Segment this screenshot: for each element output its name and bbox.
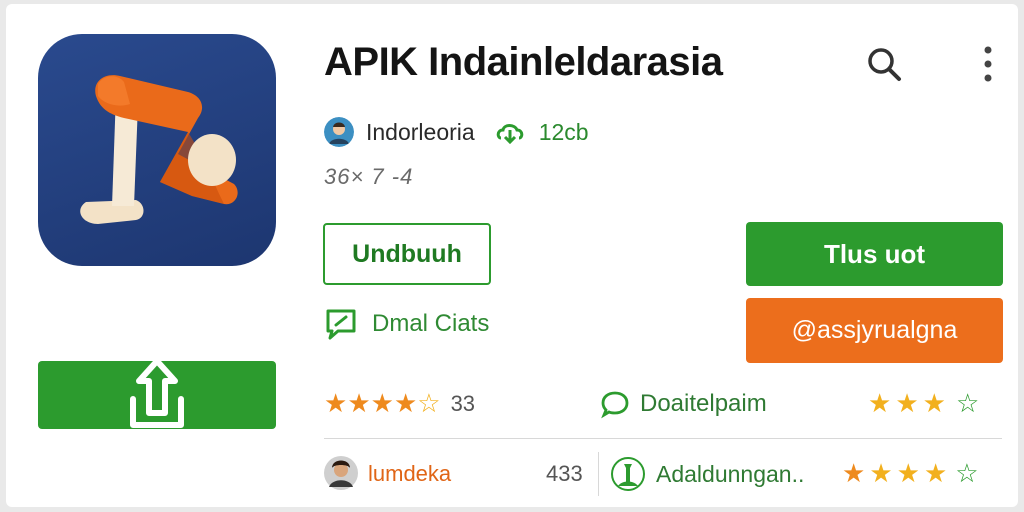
- reviewer-avatar[interactable]: [324, 456, 358, 490]
- download-button[interactable]: Undbuuh: [323, 223, 491, 285]
- primary-action-button[interactable]: Tlus uot: [746, 222, 1003, 286]
- comment-icon: [601, 391, 629, 419]
- divider: [324, 438, 1002, 439]
- download-size-icon: [496, 124, 523, 144]
- rating-stars-secondary: ★ ★ ★ ☆: [868, 388, 979, 420]
- app-logo-icon: [38, 34, 276, 266]
- star-outline-icon: ☆: [955, 459, 979, 489]
- app-title: APIK Indainleldarasia: [324, 40, 723, 84]
- star-icon: ★: [347, 389, 371, 419]
- download-size: 12cb: [538, 118, 589, 145]
- rating-count: 33: [450, 391, 476, 416]
- star-icon: ★: [896, 459, 920, 489]
- star-icon: ★: [923, 459, 948, 489]
- discussion-label: Doaitelpaim: [640, 390, 767, 417]
- star-outline-icon: ☆: [417, 389, 441, 419]
- secondary-action-button[interactable]: @assjyrualgna: [746, 298, 1003, 363]
- star-icon: ★: [324, 389, 348, 419]
- app-detail-card: APIK Indainleldarasia Indorleoria 12cb 3…: [6, 4, 1018, 507]
- star-icon: ★: [393, 389, 418, 419]
- chat-icon: [326, 309, 356, 340]
- chat-label: Dmal Ciats: [372, 310, 490, 337]
- related-app-name: Adaldunngan..: [656, 460, 805, 487]
- app-meta: 36× 7 -4: [324, 164, 414, 189]
- search-icon[interactable]: [864, 44, 904, 84]
- star-icon: ★: [922, 389, 946, 419]
- divider: [598, 452, 599, 496]
- discussion-link[interactable]: Doaitelpaim: [600, 386, 767, 422]
- review-count: 433: [546, 461, 583, 486]
- developer-avatar[interactable]: [324, 117, 354, 147]
- star-icon: ★: [869, 459, 893, 489]
- developer-row: Indorleoria 12cb: [324, 117, 589, 147]
- related-app-icon: [611, 457, 645, 491]
- more-options-icon[interactable]: [976, 44, 1000, 84]
- star-icon: ★: [868, 389, 892, 419]
- star-icon: ★: [370, 389, 394, 419]
- upload-button[interactable]: [38, 358, 276, 429]
- rating-stars: ★ ★ ★ ★ ☆ 33: [324, 388, 475, 420]
- review-stars: ★ ★ ★ ★ ☆: [842, 458, 979, 490]
- chat-link[interactable]: Dmal Ciats: [324, 306, 489, 342]
- related-app-link[interactable]: Adaldunngan..: [610, 454, 804, 494]
- star-outline-icon: ☆: [955, 389, 980, 419]
- star-icon: ★: [895, 389, 919, 419]
- reviewer-name[interactable]: lumdeka: [368, 461, 451, 487]
- developer-name[interactable]: Indorleoria: [366, 119, 475, 146]
- upload-icon: [130, 358, 184, 428]
- star-icon: ★: [842, 459, 866, 489]
